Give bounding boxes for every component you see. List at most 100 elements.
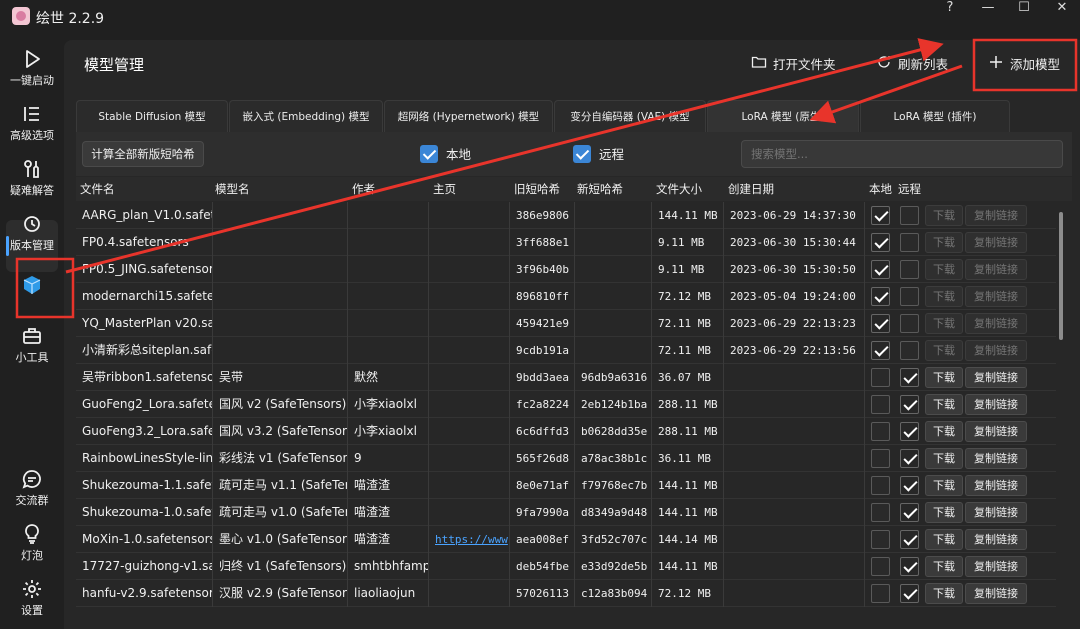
copy-link-button[interactable]: 复制链接 — [965, 475, 1027, 496]
local-checkbox[interactable] — [871, 341, 890, 360]
copy-link-button[interactable]: 复制链接 — [965, 205, 1027, 226]
column-header[interactable]: 旧短哈希 — [510, 177, 560, 201]
copy-link-button[interactable]: 复制链接 — [965, 556, 1027, 577]
table-row[interactable]: AARG_plan_V1.0.safetensors 386e9806 144.11… — [76, 202, 1056, 229]
column-header[interactable]: 文件大小 — [652, 177, 702, 201]
local-filter[interactable]: 本地 — [420, 144, 471, 163]
table-row[interactable]: modernarchi15.safetensors 896810ff 72.12 M… — [76, 283, 1056, 310]
remote-checkbox[interactable] — [900, 206, 919, 225]
local-checkbox[interactable] — [871, 395, 890, 414]
download-button[interactable]: 下载 — [925, 448, 963, 469]
copy-link-button[interactable]: 复制链接 — [965, 286, 1027, 307]
download-button[interactable]: 下载 — [925, 232, 963, 253]
table-row[interactable]: YQ_MasterPlan v20.safetensors 459421e9 72.… — [76, 310, 1056, 337]
nav-item-bulb[interactable]: 灯泡 — [0, 523, 64, 563]
copy-link-button[interactable]: 复制链接 — [965, 340, 1027, 361]
nav-item-version[interactable]: 版本管理 — [0, 213, 64, 253]
column-header[interactable]: 主页 — [429, 177, 456, 201]
remote-checkbox[interactable] — [900, 530, 919, 549]
download-button[interactable]: 下载 — [925, 394, 963, 415]
table-row[interactable]: RainbowLinesStyle-line 彩线法 v1 (SafeTensor… — [76, 445, 1056, 472]
remote-checkbox[interactable] — [900, 260, 919, 279]
remote-checkbox[interactable] — [900, 233, 919, 252]
tab-vae[interactable]: 变分自编码器 (VAE) 模型 — [554, 100, 706, 132]
table-row[interactable]: Shukezouma-1.1.safetensors疏可走马 v1.1 (Saf… — [76, 472, 1056, 499]
download-button[interactable]: 下载 — [925, 205, 963, 226]
column-header[interactable]: 作者 — [348, 177, 375, 201]
local-checkbox[interactable] — [871, 206, 890, 225]
refresh-button[interactable]: 刷新列表 — [876, 54, 948, 73]
local-checkbox[interactable] — [871, 530, 890, 549]
nav-item-tools[interactable]: 小工具 — [0, 325, 64, 365]
local-checkbox[interactable] — [871, 476, 890, 495]
column-header[interactable]: 本地 — [865, 177, 892, 201]
add-model-button[interactable]: 添加模型 — [988, 54, 1060, 73]
table-row[interactable]: MoXin-1.0.safetensors 墨心 v1.0 (SafeTensor… — [76, 526, 1056, 553]
download-button[interactable]: 下载 — [925, 583, 963, 604]
download-button[interactable]: 下载 — [925, 340, 963, 361]
table-row[interactable]: GuoFeng3.2_Lora.safetensors国风 v3.2 (Safe… — [76, 418, 1056, 445]
copy-link-button[interactable]: 复制链接 — [965, 502, 1027, 523]
tab-embedding[interactable]: 嵌入式 (Embedding) 模型 — [229, 100, 383, 132]
copy-link-button[interactable]: 复制链接 — [965, 529, 1027, 550]
copy-link-button[interactable]: 复制链接 — [965, 259, 1027, 280]
local-checkbox[interactable] — [871, 233, 890, 252]
table-row[interactable]: Shukezouma-1.0.safetensors疏可走马 v1.0 (Saf… — [76, 499, 1056, 526]
remote-checkbox[interactable] — [900, 449, 919, 468]
close-button[interactable]: ✕ — [1044, 0, 1080, 16]
local-checkbox[interactable] — [871, 584, 890, 603]
table-row[interactable]: 17727-guizhong-v1.safetensors归终 v1 (Safe… — [76, 553, 1056, 580]
remote-checkbox[interactable] — [900, 341, 919, 360]
copy-link-button[interactable]: 复制链接 — [965, 394, 1027, 415]
copy-link-button[interactable]: 复制链接 — [965, 367, 1027, 388]
scrollbar[interactable] — [1059, 212, 1063, 340]
open-folder-button[interactable]: 打开文件夹 — [751, 54, 836, 73]
nav-item-settings[interactable]: 设置 — [0, 578, 64, 618]
nav-item-launch[interactable]: 一键启动 — [0, 48, 64, 88]
help-icon[interactable]: ? — [932, 0, 968, 16]
nav-item-community[interactable]: 交流群 — [0, 468, 64, 508]
table-row[interactable]: GuoFeng2_Lora.safetensors国风 v2 (SafeTens… — [76, 391, 1056, 418]
remote-checkbox[interactable] — [900, 476, 919, 495]
remote-checkbox[interactable] — [900, 395, 919, 414]
local-checkbox[interactable] — [871, 314, 890, 333]
remote-checkbox[interactable] — [900, 422, 919, 441]
copy-link-button[interactable]: 复制链接 — [965, 583, 1027, 604]
local-checkbox[interactable] — [871, 449, 890, 468]
local-checkbox[interactable] — [420, 144, 438, 163]
remote-checkbox[interactable] — [900, 287, 919, 306]
cell-home[interactable]: https://www — [429, 526, 510, 553]
download-button[interactable]: 下载 — [925, 313, 963, 334]
local-checkbox[interactable] — [871, 557, 890, 576]
local-checkbox[interactable] — [871, 260, 890, 279]
column-header[interactable]: 新短哈希 — [573, 177, 623, 201]
tab-stable-diffusion[interactable]: Stable Diffusion 模型 — [76, 100, 228, 132]
tab-lora-plugin[interactable]: LoRA 模型 (插件) — [860, 100, 1010, 132]
table-row[interactable]: 小清新彩总siteplan.safetensors 9cdb191a 72.11 M… — [76, 337, 1056, 364]
remote-checkbox[interactable] — [900, 584, 919, 603]
local-checkbox[interactable] — [871, 287, 890, 306]
column-header[interactable]: 创建日期 — [724, 177, 774, 201]
tab-hypernetwork[interactable]: 超网络 (Hypernetwork) 模型 — [384, 100, 553, 132]
download-button[interactable]: 下载 — [925, 259, 963, 280]
column-header[interactable]: 远程 — [894, 177, 921, 201]
download-button[interactable]: 下载 — [925, 556, 963, 577]
nav-item-models[interactable] — [0, 274, 64, 298]
column-header[interactable]: 模型名 — [211, 177, 250, 201]
copy-link-button[interactable]: 复制链接 — [965, 448, 1027, 469]
remote-checkbox[interactable] — [573, 144, 591, 163]
nav-item-advanced[interactable]: 高级选项 — [0, 103, 64, 143]
table-row[interactable]: 吴带ribbon1.safetensors 吴带 默然 9bdd3aea 96db9a6… — [76, 364, 1056, 391]
search-input[interactable] — [741, 140, 1063, 168]
column-header[interactable]: 文件名 — [76, 177, 115, 201]
download-button[interactable]: 下载 — [925, 286, 963, 307]
local-checkbox[interactable] — [871, 422, 890, 441]
copy-link-button[interactable]: 复制链接 — [965, 421, 1027, 442]
download-button[interactable]: 下载 — [925, 502, 963, 523]
remote-filter[interactable]: 远程 — [573, 144, 624, 163]
nav-item-troubleshoot[interactable]: 疑难解答 — [0, 158, 64, 198]
local-checkbox[interactable] — [871, 503, 890, 522]
minimize-button[interactable]: — — [970, 0, 1006, 16]
maximize-button[interactable]: ☐ — [1006, 0, 1042, 16]
remote-checkbox[interactable] — [900, 503, 919, 522]
